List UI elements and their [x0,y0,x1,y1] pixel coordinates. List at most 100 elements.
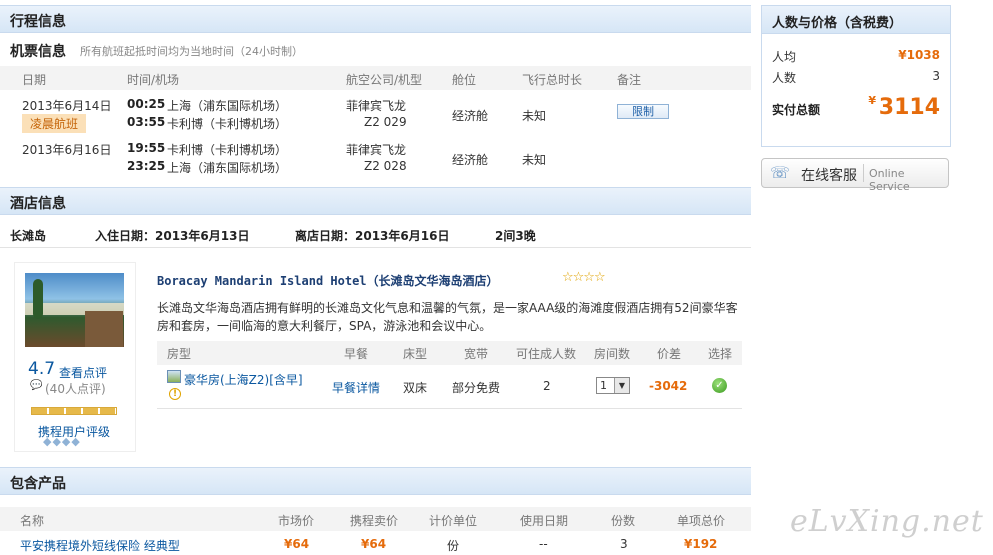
per-person-price: ¥1038 [898,48,940,62]
col-broadband: 宽带 [464,347,489,361]
info-icon[interactable]: ! [169,388,181,400]
col-name: 名称 [20,514,45,528]
col-bed: 床型 [403,347,428,361]
broadband: 部分免费 [452,381,501,395]
dep-time: 19:55 [127,141,166,155]
price-summary-box: 人数与价格（含税费） 人均 ¥1038 人数 3 实付总额 ¥ 3114 [761,5,951,147]
comment-icon: 💬 [30,380,43,391]
divider [0,247,751,248]
checkout-date: 离店日期：2013年6月16日 [295,229,450,243]
price-summary-title: 人数与价格（含税费） [762,6,950,34]
total-price: 3114 [878,95,940,120]
products-title: 包含产品 [10,476,66,492]
col-use-date: 使用日期 [520,514,569,528]
product-total: ¥192 [684,537,718,551]
total-currency: ¥ [868,94,876,107]
airline-name: 菲律宾飞龙 [346,143,407,157]
unit: 份 [447,539,460,553]
chevron-down-icon: ▼ [614,378,629,393]
col-market-price: 市场价 [278,514,315,528]
hotel-name-link[interactable]: Boracay Mandarin Island Hotel（长滩岛文华海岛酒店） [157,272,499,289]
flight-duration: 未知 [522,153,547,167]
room-type-link[interactable]: 豪华房(上海Z2)[含早] [184,371,303,388]
col-room-count: 房间数 [594,347,631,361]
dep-time: 00:25 [127,97,166,111]
divider [863,164,864,182]
col-remark: 备注 [617,73,642,87]
checkin-date: 入住日期：2013年6月13日 [95,229,250,243]
online-service-en: Online Service [869,167,910,193]
dep-airport: 上海（浦东国际机场） [167,99,288,113]
people-count: 3 [932,69,940,83]
col-unit: 计价单位 [429,514,478,528]
online-service-button[interactable]: ☏ 在线客服 Online Service [761,158,949,193]
col-airline: 航空公司/机型 [346,73,423,87]
early-flight-tag: 凌晨航班 [22,114,87,133]
rooms-nights: 2间3晚 [495,229,536,243]
hotel-section-title: 酒店信息 [10,196,66,212]
watermark: eLvXing.net [790,504,984,539]
selected-check-icon[interactable]: ✓ [712,378,727,393]
hotel-score: 4.7 [28,359,56,379]
col-date: 日期 [22,73,47,87]
flight-title: 机票信息 [10,44,66,60]
col-time-airport: 时间/机场 [127,73,180,87]
price-diff: -3042 [649,379,688,393]
review-count: (40人点评) [45,382,106,396]
rating-bar [31,407,117,415]
col-select: 选择 [708,347,733,361]
col-breakfast: 早餐 [344,347,369,361]
ctrip-price: ¥64 [361,537,387,551]
arr-time: 03:55 [127,115,166,129]
col-total: 单项总价 [677,514,726,528]
arr-airport: 上海（浦东国际机场） [167,161,288,175]
use-date: -- [539,537,548,551]
hotel-description: 长滩岛文华海岛酒店拥有鲜明的长滩岛文化气息和温馨的气氛，是一家AAA级的海滩度假… [157,301,738,333]
col-room-type: 房型 [167,347,192,361]
product-name-link[interactable]: 平安携程境外短线保险 经典型 [20,537,180,554]
flight-number: Z2 028 [364,159,407,173]
flight-number: Z2 029 [364,115,407,129]
room-table-header: 房型 早餐 床型 宽带 可住成人数 房间数 价差 选择 [157,341,742,365]
divider [157,408,742,409]
bed-type: 双床 [403,381,428,395]
airline-name: 菲律宾飞龙 [346,99,407,113]
headset-icon: ☏ [770,163,791,182]
flight-duration: 未知 [522,109,547,123]
flight-table-header: 日期 时间/机场 航空公司/机型 舱位 飞行总时长 备注 [0,66,751,90]
breakfast-details-link[interactable]: 早餐详情 [332,379,380,396]
diamond-icons: ◆◆◆◆ [43,435,81,448]
flight-time-note: 所有航班起抵时间均为当地时间（24小时制） [80,45,303,58]
restriction-button[interactable]: 限制 [617,104,669,119]
arr-airport: 卡利博（卡利博机场） [167,117,288,131]
hotel-city: 长滩岛 [10,229,47,243]
arr-time: 23:25 [127,159,166,173]
hotel-photo[interactable] [25,273,124,347]
room-count-select[interactable]: 1 ▼ [596,377,630,394]
col-ctrip-price: 携程卖价 [350,514,399,528]
total-label: 实付总额 [772,103,821,117]
image-icon[interactable] [167,370,181,383]
quantity: 3 [620,537,628,551]
col-duration: 飞行总时长 [522,73,583,87]
hotel-star-icons: ☆☆☆☆ [562,270,606,285]
products-section-header: 包含产品 [0,467,751,495]
flight-date: 2013年6月16日 [22,143,112,157]
products-table-header: 名称 市场价 携程卖价 计价单位 使用日期 份数 单项总价 [0,507,751,531]
cabin-class: 经济舱 [452,109,489,123]
col-cabin: 舱位 [452,73,477,87]
hotel-section-header: 酒店信息 [0,187,751,215]
col-adults: 可住成人数 [516,347,577,361]
dep-airport: 卡利博（卡利博机场） [167,143,288,157]
itinerary-title: 行程信息 [10,14,66,30]
online-service-label: 在线客服 [801,168,857,184]
itinerary-section-header: 行程信息 [0,5,751,33]
flight-date: 2013年6月14日 [22,99,112,113]
people-count-label: 人数 [772,71,797,85]
view-reviews-link[interactable]: 查看点评 [59,364,107,381]
col-qty: 份数 [611,514,636,528]
room-count-value: 1 [600,379,607,392]
col-price-diff: 价差 [657,347,682,361]
adult-capacity: 2 [543,379,551,393]
market-price: ¥64 [284,537,310,551]
